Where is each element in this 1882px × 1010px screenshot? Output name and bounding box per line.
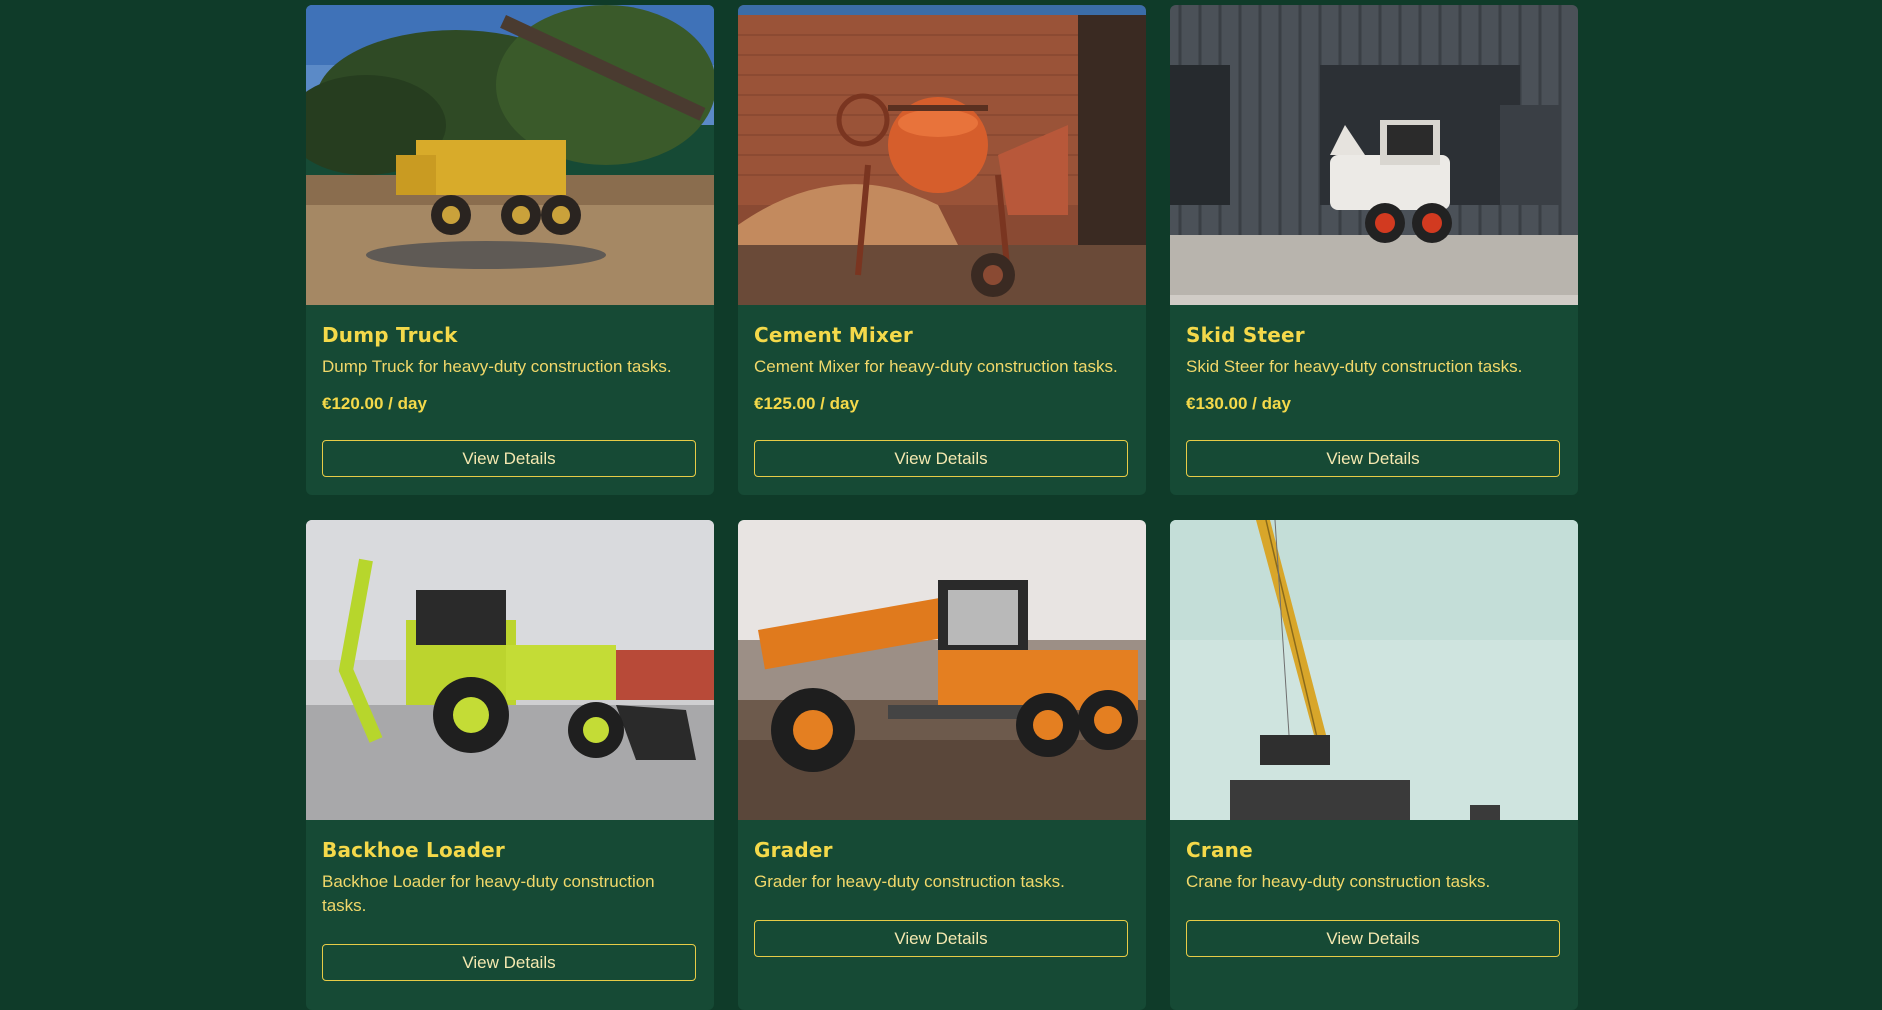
- equipment-card: Backhoe Loader Backhoe Loader for heavy-…: [306, 520, 714, 1010]
- card-title: Backhoe Loader: [322, 838, 505, 862]
- card-price: €125.00 / day: [754, 394, 859, 413]
- cement-mixer-photo: [738, 5, 1146, 305]
- equipment-card: Grader Grader for heavy-duty constructio…: [738, 520, 1146, 1010]
- equipment-card: Skid Steer Skid Steer for heavy-duty con…: [1170, 5, 1578, 495]
- card-title: Skid Steer: [1186, 323, 1305, 347]
- card-description: Skid Steer for heavy-duty construction t…: [1186, 357, 1523, 376]
- view-details-button[interactable]: View Details: [754, 440, 1128, 477]
- card-price: €120.00 / day: [322, 394, 427, 413]
- card-title: Dump Truck: [322, 323, 458, 347]
- card-description: Backhoe Loader for heavy-duty constructi…: [322, 872, 655, 915]
- card-description: Cement Mixer for heavy-duty construction…: [754, 357, 1118, 376]
- equipment-card: Dump Truck Dump Truck for heavy-duty con…: [306, 5, 714, 495]
- card-title: Cement Mixer: [754, 323, 913, 347]
- equipment-grid: Dump Truck Dump Truck for heavy-duty con…: [306, 5, 1578, 1010]
- view-details-button[interactable]: View Details: [322, 440, 696, 477]
- card-description: Grader for heavy-duty construction tasks…: [754, 872, 1065, 891]
- crane-photo: [1170, 520, 1578, 820]
- backhoe-loader-photo: [306, 520, 714, 820]
- equipment-card: Crane Crane for heavy-duty construction …: [1170, 520, 1578, 1010]
- equipment-card: Cement Mixer Cement Mixer for heavy-duty…: [738, 5, 1146, 495]
- card-title: Crane: [1186, 838, 1253, 862]
- card-description: Dump Truck for heavy-duty construction t…: [322, 357, 672, 376]
- view-details-button[interactable]: View Details: [322, 944, 696, 981]
- card-price: €130.00 / day: [1186, 394, 1291, 413]
- view-details-button[interactable]: View Details: [1186, 440, 1560, 477]
- grader-photo: [738, 520, 1146, 820]
- card-title: Grader: [754, 838, 833, 862]
- dump-truck-photo: [306, 5, 714, 305]
- view-details-button[interactable]: View Details: [754, 920, 1128, 957]
- view-details-button[interactable]: View Details: [1186, 920, 1560, 957]
- card-description: Crane for heavy-duty construction tasks.: [1186, 872, 1491, 891]
- skid-steer-photo: [1170, 5, 1578, 305]
